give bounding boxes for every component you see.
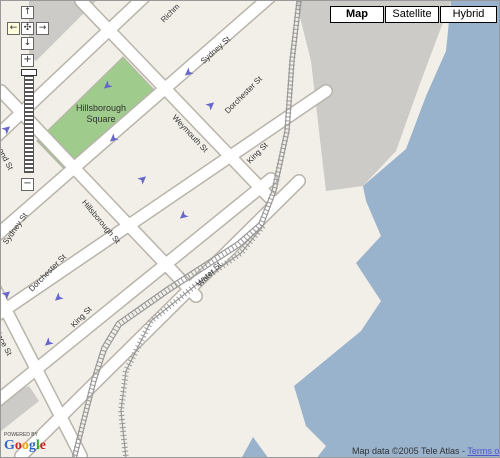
map-type-hybrid-button[interactable]: Hybrid bbox=[440, 6, 497, 23]
zoom-in-button[interactable]: + bbox=[21, 54, 34, 67]
map-type-satellite-button[interactable]: Satellite bbox=[385, 6, 439, 23]
pan-center-button[interactable]: ✣ bbox=[21, 22, 34, 35]
map-copyright: Map data ©2005 Tele Atlas - Terms of Use bbox=[352, 446, 499, 456]
zoom-slider-track[interactable] bbox=[24, 69, 34, 173]
pan-right-button[interactable]: → bbox=[36, 22, 49, 35]
zoom-out-button[interactable]: − bbox=[21, 178, 34, 191]
map-type-map-button[interactable]: Map bbox=[330, 6, 384, 23]
pan-up-button[interactable]: ↑ bbox=[21, 6, 34, 19]
google-wordmark: Google bbox=[4, 438, 46, 453]
pan-left-button[interactable]: ← bbox=[7, 22, 20, 35]
map-canvas[interactable] bbox=[1, 1, 500, 458]
terms-of-use-link[interactable]: Terms of Use bbox=[467, 446, 499, 456]
zoom-slider-thumb[interactable] bbox=[21, 69, 37, 76]
google-logo[interactable]: POWERED BY Google bbox=[4, 432, 48, 456]
park-label: Hillsborough Square bbox=[75, 103, 127, 124]
map-container[interactable]: Richm Sydney St Dorchester St Weymouth S… bbox=[0, 0, 500, 458]
copyright-text: Map data ©2005 Tele Atlas - bbox=[352, 446, 468, 456]
pan-down-button[interactable]: ↓ bbox=[21, 37, 34, 50]
